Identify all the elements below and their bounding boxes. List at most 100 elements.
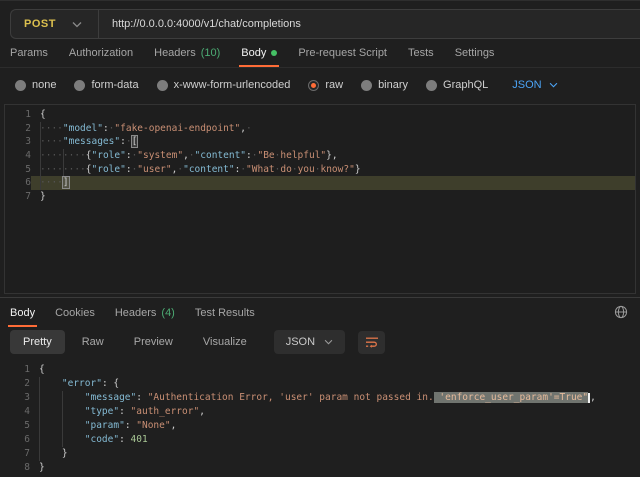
code-token: "content": [183, 164, 234, 175]
code-line[interactable]: 6····]: [5, 176, 635, 190]
indent-guide: [39, 433, 40, 447]
body-type-label: none: [32, 79, 56, 91]
response-tab-body[interactable]: Body: [10, 298, 35, 327]
code-token: }: [39, 462, 45, 473]
code-line-content: }: [30, 447, 640, 461]
view-mode-visualize[interactable]: Visualize: [190, 330, 260, 354]
view-mode-preview[interactable]: Preview: [121, 330, 186, 354]
body-type-raw[interactable]: raw: [308, 79, 343, 91]
body-type-label: GraphQL: [443, 79, 488, 91]
code-token: :: [119, 434, 130, 445]
chevron-down-icon: [324, 339, 333, 345]
code-token: "error": [62, 378, 102, 389]
code-token: :: [125, 420, 136, 431]
code-token: "message": [85, 392, 136, 403]
request-tab-authorization[interactable]: Authorization: [69, 39, 133, 67]
code-line-content: ········{"role":·"system",·"content":·"B…: [31, 149, 635, 163]
indent-guide: [40, 135, 41, 149]
code-token: {: [39, 364, 45, 375]
indent-guide: [39, 377, 40, 391]
code-token: ,: [171, 420, 177, 431]
code-token: ,: [590, 392, 596, 403]
code-line[interactable]: 5 "param": "None",: [0, 419, 640, 433]
code-line[interactable]: 4········{"role":·"system",·"content":·"…: [5, 149, 635, 163]
code-line-content: "code": 401: [30, 433, 640, 447]
radio-icon: [15, 80, 26, 91]
code-line-content: {: [31, 108, 635, 122]
indent-guide: [40, 149, 41, 163]
line-number: 4: [5, 149, 31, 163]
tab-label: Pre-request Script: [298, 47, 387, 59]
indent-guide: [63, 149, 64, 163]
code-line[interactable]: 1{: [5, 108, 635, 122]
code-token: ]: [63, 177, 69, 188]
line-number: 1: [0, 363, 30, 377]
code-line[interactable]: 1{: [0, 363, 640, 377]
code-line[interactable]: 2 "error": {: [0, 377, 640, 391]
request-tab-tests[interactable]: Tests: [408, 39, 434, 67]
indent-guide: [39, 405, 40, 419]
code-line-content: {: [30, 363, 640, 377]
code-line[interactable]: 7}: [5, 190, 635, 204]
view-mode-raw[interactable]: Raw: [69, 330, 117, 354]
request-tab-headers[interactable]: Headers(10): [154, 39, 220, 67]
indent-guide: [39, 391, 40, 405]
code-token: know?": [320, 164, 354, 175]
url-input[interactable]: http://0.0.0.0:4000/v1/chat/completions: [99, 10, 640, 38]
code-token: ····: [40, 123, 63, 134]
code-token: :: [136, 392, 147, 403]
body-type-binary[interactable]: binary: [361, 79, 408, 91]
request-tab-params[interactable]: Params: [10, 39, 48, 67]
code-token: {: [40, 109, 46, 120]
request-language-dropdown[interactable]: JSON: [512, 79, 557, 91]
indent-guide: [62, 405, 63, 419]
code-line-content: ········{"role":·"user",·"content":·"Wha…: [31, 163, 635, 177]
request-tab-pre-request-script[interactable]: Pre-request Script: [298, 39, 387, 67]
radio-icon: [308, 80, 319, 91]
response-tab-test-results[interactable]: Test Results: [195, 298, 255, 327]
code-line[interactable]: 8}: [0, 461, 640, 475]
request-tab-body[interactable]: Body: [241, 39, 277, 67]
code-token: ····: [40, 177, 63, 188]
body-type-row: none form-data x-www-form-urlencoded raw bin…: [0, 68, 640, 102]
code-token: "code": [85, 434, 119, 445]
method-selector[interactable]: POST: [11, 10, 98, 38]
code-line[interactable]: 4 "type": "auth_error",: [0, 405, 640, 419]
response-body-editor[interactable]: 1{2 "error": {3 "message": "Authenticati…: [0, 360, 640, 477]
response-language-dropdown[interactable]: JSON: [274, 330, 345, 354]
indent-guide: [62, 391, 63, 405]
code-token: "fake-openai-endpoint": [114, 123, 240, 134]
globe-icon[interactable]: [614, 305, 628, 319]
body-type-options: none form-data x-www-form-urlencoded raw bin…: [15, 79, 488, 91]
code-line-content: }: [30, 461, 640, 475]
body-type-x-www-form-urlencoded[interactable]: x-www-form-urlencoded: [157, 79, 291, 91]
request-language-label: JSON: [512, 79, 541, 91]
code-line[interactable]: 6 "code": 401: [0, 433, 640, 447]
code-line[interactable]: 3····"messages":·[: [5, 135, 635, 149]
postman-app: { "colors": { "accent_orange": "#ff6c37"…: [0, 0, 640, 477]
tab-count-badge: (10): [201, 47, 221, 59]
code-line-content: ····]: [31, 176, 635, 190]
chevron-down-icon: [72, 21, 82, 28]
response-tab-cookies[interactable]: Cookies: [55, 298, 95, 327]
code-line[interactable]: 5········{"role":·"user",·"content":·"Wh…: [5, 163, 635, 177]
code-line[interactable]: 7 }: [0, 447, 640, 461]
body-type-graphql[interactable]: GraphQL: [426, 79, 488, 91]
tab-label: Cookies: [55, 307, 95, 319]
wrap-lines-button[interactable]: [358, 331, 385, 354]
line-number: 5: [5, 163, 31, 177]
code-line-content: ····"messages":·[: [31, 135, 635, 149]
request-body-editor[interactable]: 1{2····"model":·"fake-openai-endpoint",·…: [4, 104, 636, 294]
body-type-none[interactable]: none: [15, 79, 56, 91]
code-line[interactable]: 3 "message": "Authentication Error, 'use…: [0, 391, 640, 405]
body-type-form-data[interactable]: form-data: [74, 79, 138, 91]
view-mode-pretty[interactable]: Pretty: [10, 330, 65, 354]
indent-guide: [62, 419, 63, 433]
response-tab-headers[interactable]: Headers(4): [115, 298, 175, 327]
request-tab-settings[interactable]: Settings: [455, 39, 495, 67]
code-line[interactable]: 2····"model":·"fake-openai-endpoint",·: [5, 122, 635, 136]
request-tabs: Params Authorization Headers(10) Body Pre-re…: [0, 39, 640, 68]
method-label: POST: [24, 18, 56, 30]
tab-label: Params: [10, 47, 48, 59]
code-token: 401: [131, 434, 148, 445]
